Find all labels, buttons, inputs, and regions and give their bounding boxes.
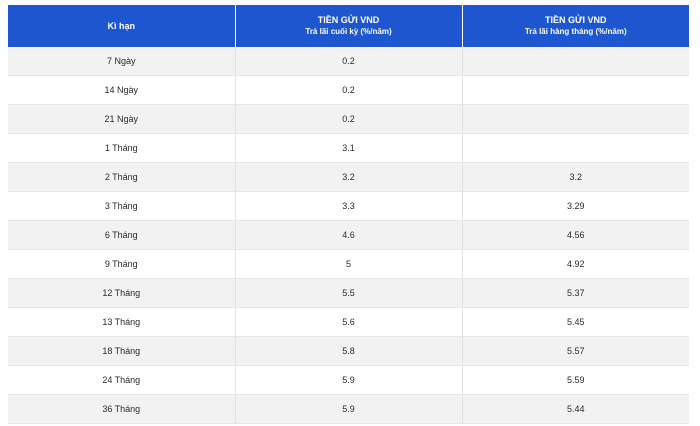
end-of-term-rate-cell: 0.2	[234, 75, 462, 105]
monthly-rate-cell: 5.37	[461, 278, 689, 308]
table-row: 12 Tháng 5.5 5.37	[8, 278, 689, 308]
end-of-term-rate-cell: 3.1	[234, 133, 462, 163]
header-end-of-term-title: TIỀN GỬI VND	[317, 15, 380, 25]
end-of-term-rate-cell: 5.6	[234, 307, 462, 337]
interest-rate-table: Kì hạn TIỀN GỬI VND Trả lãi cuối kỳ (%/n…	[8, 5, 689, 424]
term-cell: 21 Ngày	[8, 104, 235, 134]
header-monthly: TIỀN GỬI VND Trả lãi hàng tháng (%/năm)	[461, 5, 689, 47]
table-row: 7 Ngày 0.2	[8, 47, 689, 76]
term-cell: 36 Tháng	[8, 394, 235, 424]
monthly-rate-cell: 5.44	[461, 394, 689, 424]
table-row: 21 Ngày 0.2	[8, 104, 689, 134]
header-term-title: Kì hạn	[107, 20, 135, 31]
end-of-term-rate-cell: 3.2	[234, 162, 462, 192]
end-of-term-rate-cell: 5.9	[234, 394, 462, 424]
monthly-rate-cell: 3.2	[461, 162, 689, 192]
term-cell: 1 Tháng	[8, 133, 235, 163]
table-row: 24 Tháng 5.9 5.59	[8, 365, 689, 395]
monthly-rate-cell	[461, 133, 689, 163]
interest-rate-table-container: Kì hạn TIỀN GỬI VND Trả lãi cuối kỳ (%/n…	[8, 5, 689, 424]
header-end-of-term: TIỀN GỬI VND Trả lãi cuối kỳ (%/năm)	[234, 5, 462, 47]
end-of-term-rate-cell: 0.2	[234, 104, 462, 134]
term-cell: 6 Tháng	[8, 220, 235, 250]
end-of-term-rate-cell: 5.8	[234, 336, 462, 366]
table-body: 7 Ngày 0.2 14 Ngày 0.2 21 Ngày 0.2 1 Tháng 3.1 2…	[8, 47, 689, 424]
term-cell: 13 Tháng	[8, 307, 235, 337]
header-end-of-term-subtitle: Trả lãi cuối kỳ (%/năm)	[305, 27, 392, 36]
table-row: 3 Tháng 3.3 3.29	[8, 191, 689, 221]
table-row: 1 Tháng 3.1	[8, 133, 689, 163]
table-row: 36 Tháng 5.9 5.44	[8, 394, 689, 424]
header-row: Kì hạn TIỀN GỬI VND Trả lãi cuối kỳ (%/n…	[8, 5, 689, 47]
term-cell: 24 Tháng	[8, 365, 235, 395]
term-cell: 9 Tháng	[8, 249, 235, 279]
monthly-rate-cell: 4.56	[461, 220, 689, 250]
monthly-rate-cell: 5.57	[461, 336, 689, 366]
monthly-rate-cell	[461, 47, 689, 76]
table-row: 18 Tháng 5.8 5.57	[8, 336, 689, 366]
monthly-rate-cell: 3.29	[461, 191, 689, 221]
monthly-rate-cell: 4.92	[461, 249, 689, 279]
table-header: Kì hạn TIỀN GỬI VND Trả lãi cuối kỳ (%/n…	[8, 5, 689, 47]
end-of-term-rate-cell: 4.6	[234, 220, 462, 250]
table-row: 14 Ngày 0.2	[8, 75, 689, 105]
term-cell: 2 Tháng	[8, 162, 235, 192]
table-row: 6 Tháng 4.6 4.56	[8, 220, 689, 250]
monthly-rate-cell	[461, 75, 689, 105]
term-cell: 12 Tháng	[8, 278, 235, 308]
table-row: 2 Tháng 3.2 3.2	[8, 162, 689, 192]
end-of-term-rate-cell: 3.3	[234, 191, 462, 221]
header-monthly-title: TIỀN GỬI VND	[545, 15, 607, 25]
end-of-term-rate-cell: 5.9	[234, 365, 462, 395]
end-of-term-rate-cell: 5	[234, 249, 462, 279]
monthly-rate-cell: 5.59	[461, 365, 689, 395]
term-cell: 14 Ngày	[8, 75, 235, 105]
term-cell: 7 Ngày	[8, 47, 235, 76]
end-of-term-rate-cell: 0.2	[234, 47, 462, 76]
header-term: Kì hạn	[8, 5, 235, 47]
table-row: 9 Tháng 5 4.92	[8, 249, 689, 279]
table-row: 13 Tháng 5.6 5.45	[8, 307, 689, 337]
term-cell: 3 Tháng	[8, 191, 235, 221]
term-cell: 18 Tháng	[8, 336, 235, 366]
end-of-term-rate-cell: 5.5	[234, 278, 462, 308]
monthly-rate-cell	[461, 104, 689, 134]
header-monthly-subtitle: Trả lãi hàng tháng (%/năm)	[524, 27, 627, 36]
monthly-rate-cell: 5.45	[461, 307, 689, 337]
